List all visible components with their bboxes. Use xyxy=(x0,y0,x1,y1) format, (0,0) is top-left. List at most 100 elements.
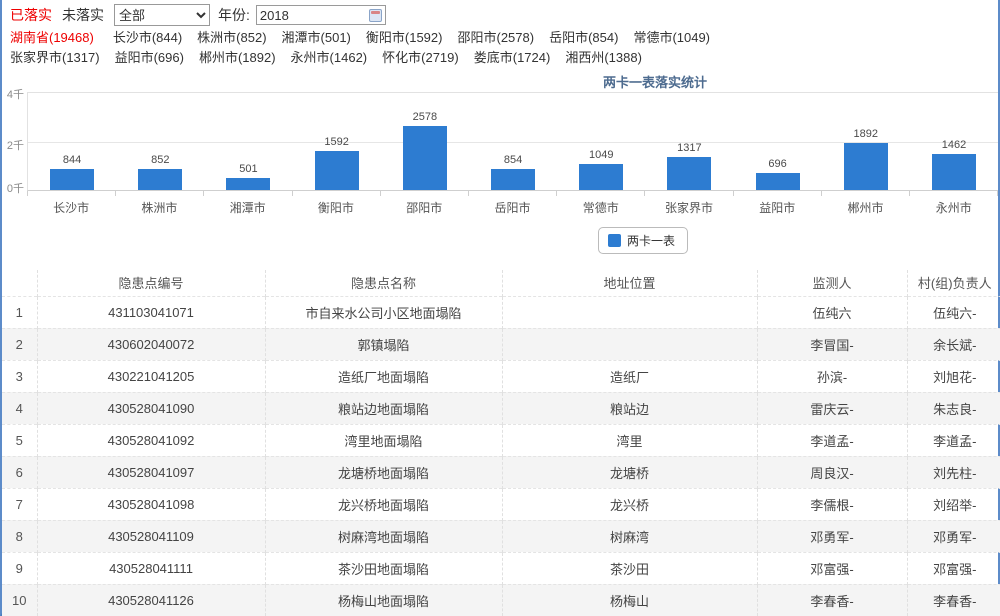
table-row[interactable]: 10430528041126杨梅山地面塌陷杨梅山李春香-李春香- xyxy=(2,584,1000,616)
year-input[interactable] xyxy=(260,8,369,23)
bar[interactable] xyxy=(315,151,359,190)
table-row[interactable]: 1431103041071市自来水公司小区地面塌陷伍纯六伍纯六- xyxy=(2,296,1000,328)
cell-village: 伍纯六- xyxy=(907,296,1000,328)
region-link-city[interactable]: 湘潭市(501) xyxy=(282,30,351,45)
x-axis-labels: 长沙市株洲市湘潭市衡阳市邵阳市岳阳市常德市张家界市益阳市郴州市永州市 xyxy=(27,196,998,216)
col-header-name: 隐患点名称 xyxy=(265,270,502,296)
table-row[interactable]: 3430221041205造纸厂地面塌陷造纸厂孙滨-刘旭花- xyxy=(2,360,1000,392)
y-axis-tick-2: 2千 xyxy=(2,137,24,153)
table-row[interactable]: 4430528041090粮站边地面塌陷粮站边雷庆云-朱志良- xyxy=(2,392,1000,424)
col-header-monitor: 监测人 xyxy=(757,270,907,296)
y-axis-tick-4: 4千 xyxy=(2,86,24,102)
cell-monitor: 李儒根- xyxy=(757,488,907,520)
x-axis-category-label: 岳阳市 xyxy=(468,199,556,216)
region-link-city[interactable]: 岳阳市(854) xyxy=(549,30,618,45)
x-axis-category-label: 郴州市 xyxy=(821,199,909,216)
table-row[interactable]: 2430602040072郭镇塌陷李冒国-余长斌- xyxy=(2,328,1000,360)
region-link-city[interactable]: 永州市(1462) xyxy=(291,50,368,65)
cell-rownum: 9 xyxy=(2,552,37,584)
cell-id: 430528041097 xyxy=(37,456,265,488)
cell-address xyxy=(502,296,757,328)
x-axis-tick xyxy=(28,191,116,196)
cell-monitor: 李道孟- xyxy=(757,424,907,456)
x-axis-tick xyxy=(293,191,381,196)
cell-id: 430602040072 xyxy=(37,328,265,360)
bar-group: 852 xyxy=(116,93,204,190)
bar[interactable] xyxy=(403,126,447,190)
cell-name: 造纸厂地面塌陷 xyxy=(265,360,502,392)
bar-value-label: 1317 xyxy=(677,142,701,154)
region-link-city[interactable]: 张家界市(1317) xyxy=(10,50,100,65)
x-axis-category-label: 永州市 xyxy=(910,199,998,216)
region-link-province[interactable]: 湖南省(19468) xyxy=(10,30,94,45)
bar[interactable] xyxy=(138,169,182,190)
bar-value-label: 1049 xyxy=(589,149,613,161)
cell-address: 粮站边 xyxy=(502,392,757,424)
bar[interactable] xyxy=(226,178,270,190)
cell-rownum: 6 xyxy=(2,456,37,488)
region-link-city[interactable]: 湘西州(1388) xyxy=(565,50,642,65)
bar[interactable] xyxy=(844,143,888,190)
bar[interactable] xyxy=(667,157,711,190)
bar-group: 844 xyxy=(28,93,116,190)
x-axis-category-label: 长沙市 xyxy=(27,199,115,216)
cell-name: 龙兴桥地面塌陷 xyxy=(265,488,502,520)
region-link-city[interactable]: 娄底市(1724) xyxy=(474,50,551,65)
cell-id: 430528041092 xyxy=(37,424,265,456)
bar-value-label: 501 xyxy=(239,163,257,175)
cell-id: 430528041098 xyxy=(37,488,265,520)
cell-rownum: 2 xyxy=(2,328,37,360)
cell-id: 431103041071 xyxy=(37,296,265,328)
region-link-city[interactable]: 邵阳市(2578) xyxy=(457,30,534,45)
table-row[interactable]: 8430528041109树麻湾地面塌陷树麻湾邓勇军-邓勇军- xyxy=(2,520,1000,552)
bar[interactable] xyxy=(932,154,976,190)
bar-chart: 两卡一表落实统计 4千 2千 0千 8448525011592257885410… xyxy=(2,72,998,254)
bar[interactable] xyxy=(50,169,94,190)
x-axis-category-label: 湘潭市 xyxy=(204,199,292,216)
cell-monitor: 邓富强- xyxy=(757,552,907,584)
legend-row: 两卡一表 xyxy=(2,227,998,254)
bar[interactable] xyxy=(579,164,623,190)
table-row[interactable]: 6430528041097龙塘桥地面塌陷龙塘桥周良汉-刘先柱- xyxy=(2,456,1000,488)
table-row[interactable]: 9430528041111茶沙田地面塌陷茶沙田邓富强-邓富强- xyxy=(2,552,1000,584)
bar-value-label: 854 xyxy=(504,154,522,166)
bar-value-label: 2578 xyxy=(413,111,437,123)
region-link-city[interactable]: 常德市(1049) xyxy=(633,30,710,45)
cell-monitor: 孙滨- xyxy=(757,360,907,392)
tab-implemented[interactable]: 已落实 xyxy=(10,5,52,25)
bar-group: 1592 xyxy=(293,93,381,190)
cell-id: 430528041109 xyxy=(37,520,265,552)
region-link-city[interactable]: 株洲市(852) xyxy=(197,30,266,45)
cell-monitor: 李春香- xyxy=(757,584,907,616)
legend-swatch-icon xyxy=(608,234,621,247)
chart-legend[interactable]: 两卡一表 xyxy=(598,227,688,254)
bar-value-label: 1892 xyxy=(854,128,878,140)
x-axis-ticks xyxy=(27,191,998,196)
cell-monitor: 伍纯六 xyxy=(757,296,907,328)
year-label: 年份: xyxy=(218,5,250,25)
calendar-icon[interactable] xyxy=(369,9,382,22)
bar[interactable] xyxy=(491,169,535,190)
table-row[interactable]: 7430528041098龙兴桥地面塌陷龙兴桥李儒根-刘绍举- xyxy=(2,488,1000,520)
col-header-id: 隐患点编号 xyxy=(37,270,265,296)
x-axis-category-label: 衡阳市 xyxy=(292,199,380,216)
cell-monitor: 邓勇军- xyxy=(757,520,907,552)
cell-id: 430528041090 xyxy=(37,392,265,424)
cell-village: 刘先柱- xyxy=(907,456,1000,488)
region-filter-select[interactable]: 全部 xyxy=(114,4,210,26)
region-link-city[interactable]: 长沙市(844) xyxy=(113,30,182,45)
x-axis-category-label: 株洲市 xyxy=(115,199,203,216)
region-link-city[interactable]: 益阳市(696) xyxy=(115,50,184,65)
table-row[interactable]: 5430528041092湾里地面塌陷湾里李道孟-李道孟- xyxy=(2,424,1000,456)
cell-name: 茶沙田地面塌陷 xyxy=(265,552,502,584)
tab-not-implemented[interactable]: 未落实 xyxy=(62,5,104,25)
cell-village: 刘绍举- xyxy=(907,488,1000,520)
x-axis-tick xyxy=(469,191,557,196)
region-link-city[interactable]: 怀化市(2719) xyxy=(382,50,459,65)
cell-id: 430528041111 xyxy=(37,552,265,584)
table-header-row: 隐患点编号 隐患点名称 地址位置 监测人 村(组)负责人 xyxy=(2,270,1000,296)
region-link-city[interactable]: 衡阳市(1592) xyxy=(366,30,443,45)
region-link-city[interactable]: 郴州市(1892) xyxy=(199,50,276,65)
bar[interactable] xyxy=(756,173,800,190)
chart-title: 两卡一表落实统计 xyxy=(312,72,998,92)
